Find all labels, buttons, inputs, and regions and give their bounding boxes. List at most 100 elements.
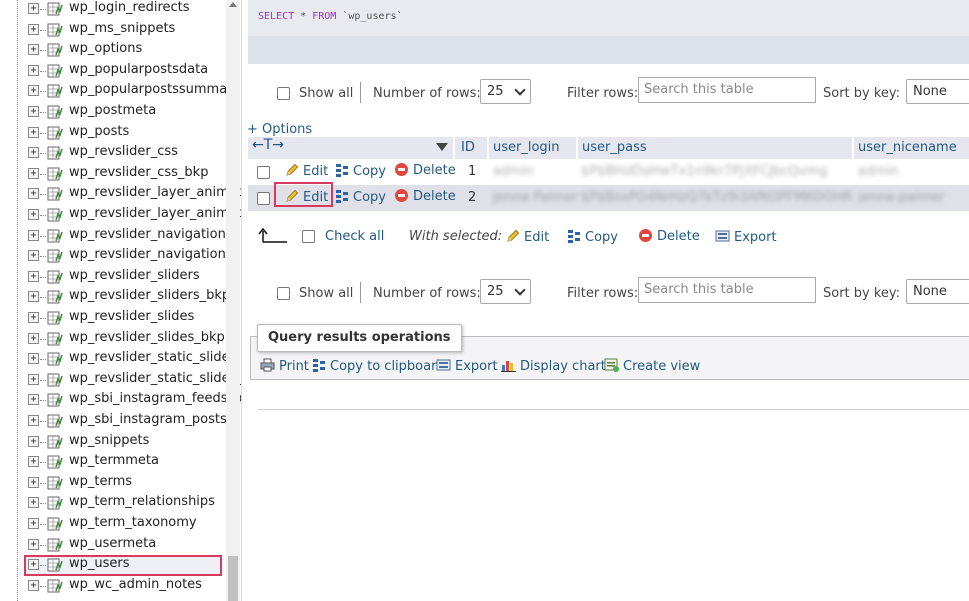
bulk-export-button[interactable]: Export: [715, 229, 777, 245]
sidebar-table-label[interactable]: wp_revslider_navigations: [69, 227, 233, 242]
delete-row-button[interactable]: Delete: [395, 189, 456, 204]
table-icon[interactable]: [47, 435, 63, 449]
expand-plus-icon[interactable]: +: [28, 64, 39, 76]
number-of-rows-select[interactable]: 25: [480, 279, 531, 304]
create-view-button[interactable]: Create view: [604, 358, 700, 374]
bulk-edit-button[interactable]: Edit: [506, 229, 549, 245]
sidebar-table-item[interactable]: + wp_popularpostsdata: [0, 61, 226, 82]
sidebar-table-item[interactable]: + wp_term_taxonomy: [0, 514, 226, 535]
table-icon[interactable]: [47, 558, 63, 572]
table-icon[interactable]: [47, 126, 63, 140]
expand-plus-icon[interactable]: +: [28, 270, 39, 282]
expand-plus-icon[interactable]: +: [28, 538, 39, 550]
sidebar-table-item[interactable]: + wp_revslider_css: [0, 143, 226, 164]
expand-plus-icon[interactable]: +: [28, 147, 39, 159]
sidebar-table-label[interactable]: wp_revslider_static_slides_: [69, 371, 241, 386]
filter-rows-input[interactable]: Search this table: [638, 77, 816, 103]
table-icon[interactable]: [47, 270, 63, 284]
sidebar-table-item[interactable]: + wp_login_redirects: [0, 0, 226, 20]
table-icon[interactable]: [47, 208, 63, 222]
sidebar-table-item[interactable]: + wp_sbi_instagram_feeds_p: [0, 390, 241, 411]
options-link[interactable]: + Options: [247, 122, 312, 137]
sidebar-table-item[interactable]: + wp_wc_admin_notes: [0, 576, 226, 597]
copy-to-clipboard-button[interactable]: Copy to clipboard: [312, 358, 444, 374]
sort-caret-down-icon[interactable]: [436, 143, 448, 151]
sidebar-table-item[interactable]: + wp_postmeta: [0, 102, 226, 123]
check-all-label[interactable]: Check all: [325, 229, 384, 244]
expand-plus-icon[interactable]: +: [28, 373, 39, 385]
sidebar-table-label[interactable]: wp_popularpostsdata: [69, 62, 208, 77]
sidebar-table-label[interactable]: wp_revslider_css_bkp: [69, 165, 208, 180]
table-icon[interactable]: [47, 2, 63, 16]
sidebar-table-label[interactable]: wp_revslider_css: [69, 144, 178, 159]
sidebar-table-item[interactable]: + wp_ms_snippets: [0, 20, 226, 41]
expand-plus-icon[interactable]: +: [28, 85, 39, 97]
edit-row-button[interactable]: Edit: [285, 163, 328, 179]
sidebar-table-label[interactable]: wp_revslider_slides_bkp: [69, 330, 225, 345]
table-icon[interactable]: [47, 496, 63, 510]
column-header-user-nicename[interactable]: user_nicename: [854, 137, 969, 159]
column-arrows-icon[interactable]: ←T→: [252, 137, 284, 153]
sidebar-table-label[interactable]: wp_usermeta: [69, 536, 156, 551]
sidebar-table-label[interactable]: wp_posts: [69, 124, 129, 139]
sidebar-table-label[interactable]: wp_revslider_sliders_bkp: [69, 288, 230, 303]
table-icon[interactable]: [47, 290, 63, 304]
table-icon[interactable]: [47, 538, 63, 552]
sidebar-table-item[interactable]: + wp_popularpostssummary: [0, 81, 240, 102]
table-icon[interactable]: [47, 455, 63, 469]
expand-plus-icon[interactable]: +: [28, 497, 39, 509]
export-button[interactable]: Export: [436, 358, 498, 374]
expand-plus-icon[interactable]: +: [28, 209, 39, 220]
number-of-rows-select[interactable]: 25: [480, 79, 531, 104]
filter-rows-input[interactable]: Search this table: [638, 277, 816, 303]
table-icon[interactable]: [47, 64, 63, 78]
sidebar-table-item[interactable]: + wp_options: [0, 40, 226, 61]
table-icon[interactable]: [47, 229, 63, 243]
expand-plus-icon[interactable]: +: [28, 559, 39, 571]
bulk-copy-button[interactable]: Copy: [567, 229, 618, 245]
sidebar-table-item[interactable]: + wp_sbi_instagram_posts: [0, 411, 227, 432]
sidebar-table-label[interactable]: wp_popularpostssummary: [69, 82, 240, 97]
sidebar-table-label[interactable]: wp_termmeta: [69, 453, 159, 468]
sidebar-table-label[interactable]: wp_revslider_navigations_: [69, 247, 239, 262]
delete-row-button[interactable]: Delete: [395, 163, 456, 178]
table-icon[interactable]: [47, 414, 63, 428]
sidebar-table-label[interactable]: wp_snippets: [69, 433, 149, 448]
table-icon[interactable]: [47, 393, 63, 407]
sidebar-table-item[interactable]: + wp_revslider_static_slides: [0, 349, 236, 370]
sidebar-table-item[interactable]: + wp_revslider_layer_animat: [0, 184, 241, 205]
sidebar-table-label[interactable]: wp_term_taxonomy: [69, 515, 197, 530]
sidebar-table-label[interactable]: wp_revslider_layer_animat: [69, 206, 241, 221]
sidebar-table-item[interactable]: + wp_terms: [0, 473, 226, 494]
sidebar-table-label[interactable]: wp_login_redirects: [69, 0, 190, 15]
expand-plus-icon[interactable]: +: [28, 188, 39, 200]
sidebar-table-item[interactable]: + wp_snippets: [0, 432, 226, 453]
edit-row-button[interactable]: Edit: [285, 189, 328, 205]
sidebar-table-item[interactable]: + wp_term_relationships: [0, 493, 226, 514]
show-all-checkbox[interactable]: [277, 287, 290, 300]
table-icon[interactable]: [47, 43, 63, 57]
table-icon[interactable]: [47, 167, 63, 181]
expand-plus-icon[interactable]: +: [28, 394, 39, 406]
expand-plus-icon[interactable]: +: [28, 126, 39, 138]
sort-by-key-select[interactable]: None: [906, 79, 969, 104]
row-checkbox[interactable]: [257, 192, 270, 205]
sort-by-key-select[interactable]: None: [906, 279, 969, 304]
column-header-user-pass[interactable]: user_pass: [578, 137, 852, 159]
expand-plus-icon[interactable]: +: [28, 476, 39, 488]
table-icon[interactable]: [47, 373, 63, 387]
table-icon[interactable]: [47, 332, 63, 346]
sidebar-table-item[interactable]: + wp_revslider_navigations: [0, 226, 233, 247]
check-all-checkbox[interactable]: [302, 230, 315, 243]
sidebar-table-item[interactable]: + wp_revslider_static_slides_: [0, 370, 241, 391]
expand-plus-icon[interactable]: +: [28, 44, 39, 56]
expand-plus-icon[interactable]: +: [28, 229, 39, 241]
sidebar-table-label[interactable]: wp_term_relationships: [69, 494, 215, 509]
sidebar-table-label[interactable]: wp_sbi_instagram_feeds_p: [69, 391, 241, 406]
sidebar-table-label[interactable]: wp_options: [69, 41, 142, 56]
print-button[interactable]: Print: [260, 358, 309, 374]
sidebar-table-item[interactable]: + wp_revslider_sliders_bkp: [0, 287, 230, 308]
sidebar-table-item[interactable]: + wp_users: [24, 555, 222, 576]
copy-row-button[interactable]: Copy: [335, 189, 386, 205]
expand-plus-icon[interactable]: +: [28, 3, 39, 14]
